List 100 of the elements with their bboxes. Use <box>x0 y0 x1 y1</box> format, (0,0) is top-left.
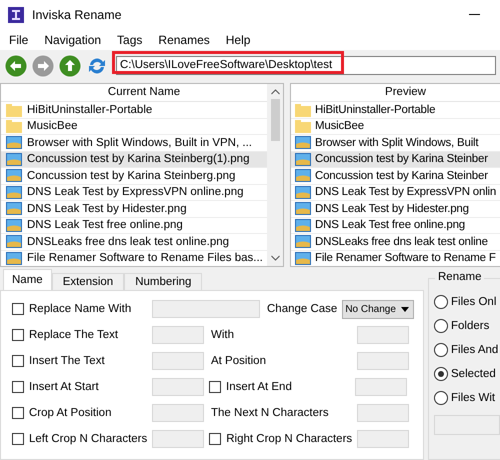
file-row[interactable]: DNSLeaks free dns leak test online.png <box>1 234 267 250</box>
back-icon[interactable] <box>5 54 27 76</box>
file-row[interactable]: DNS Leak Test by ExpressVPN onlin <box>291 184 500 201</box>
input-field[interactable] <box>357 352 409 370</box>
tab[interactable]: Extension <box>52 273 124 290</box>
input-field[interactable] <box>152 300 260 318</box>
file-row[interactable]: HiBitUninstaller-Portable <box>291 102 500 118</box>
radio-button[interactable] <box>434 295 448 309</box>
checkbox[interactable] <box>12 355 24 367</box>
radio-label: Files And <box>451 344 498 356</box>
option-label: The Next N Characters <box>211 407 330 419</box>
option-label: Insert The Text <box>29 355 106 367</box>
dropdown-arrow-icon <box>401 306 410 312</box>
input-field[interactable] <box>152 404 204 422</box>
radio-label: Files Wit <box>451 392 496 404</box>
address-field[interactable]: C:\Users\ILoveFreeSoftware\Desktop\test <box>116 56 496 75</box>
image-icon <box>6 252 22 265</box>
file-row[interactable]: DNSLeaks free dns leak test online <box>291 234 500 250</box>
image-icon <box>6 136 22 150</box>
input-field[interactable] <box>355 378 407 396</box>
image-icon <box>6 169 22 182</box>
scroll-thumb[interactable] <box>270 99 280 141</box>
file-row[interactable]: Concussion test by Karina Steinber <box>291 152 500 168</box>
tab[interactable]: Name <box>3 269 52 290</box>
file-row[interactable]: Concussion test by Karina Steinberg.png <box>1 168 267 184</box>
folder-icon <box>295 102 311 117</box>
radio-button[interactable] <box>434 391 448 405</box>
file-row[interactable]: DNS Leak Test by Hidester.png <box>291 201 500 218</box>
input-field[interactable] <box>357 404 409 422</box>
column-header[interactable]: Preview <box>291 84 500 102</box>
image-icon <box>6 152 22 166</box>
folder-icon <box>6 119 22 134</box>
image-icon <box>295 186 311 199</box>
input-field[interactable] <box>357 430 410 448</box>
checkbox[interactable] <box>209 433 222 445</box>
image-icon <box>295 136 311 150</box>
image-icon <box>295 152 311 166</box>
menu-item[interactable]: Tags <box>117 33 142 47</box>
menu-item[interactable]: Help <box>226 33 250 47</box>
image-icon <box>295 235 311 248</box>
file-row[interactable]: DNS Leak Test by Hidester.png <box>1 201 267 218</box>
option-label: Right Crop N Characters <box>226 433 352 445</box>
folder-icon <box>295 119 311 134</box>
scrollbar[interactable] <box>267 84 283 266</box>
option-label: At Position <box>211 355 267 367</box>
scroll-down-icon[interactable] <box>270 255 280 261</box>
menu-item[interactable]: Renames <box>158 33 210 47</box>
file-row[interactable]: DNS Leak Test free online.png <box>1 218 267 234</box>
checkbox[interactable] <box>12 303 24 315</box>
input-field[interactable] <box>357 326 409 344</box>
case-dropdown[interactable]: No Change <box>342 300 414 318</box>
option-label: Replace The Text <box>29 329 120 341</box>
image-icon <box>295 202 311 216</box>
file-row[interactable]: File Renamer Software to Rename F <box>291 250 500 266</box>
tab[interactable]: Numbering <box>124 273 202 290</box>
column-header[interactable]: Current Name <box>1 84 267 102</box>
option-label: Crop At Position <box>29 407 112 419</box>
radio-label: Selected <box>451 368 496 380</box>
input-field[interactable] <box>152 430 204 448</box>
window-title: Inviska Rename <box>32 8 123 22</box>
image-icon <box>295 169 311 182</box>
radio-label: Files Onl <box>451 296 496 308</box>
option-label: Change Case <box>267 303 338 315</box>
radio-button[interactable] <box>434 319 448 333</box>
file-row[interactable]: Concussion test by Karina Steinberg(1).png <box>1 152 267 168</box>
file-row[interactable]: MusicBee <box>1 118 267 135</box>
radio-button[interactable] <box>434 367 448 381</box>
folder-icon <box>6 102 22 117</box>
app-icon <box>8 7 24 23</box>
menu-item[interactable]: Navigation <box>44 33 102 47</box>
radio-label: Folders <box>451 320 490 332</box>
minimize-icon[interactable] <box>469 14 480 16</box>
checkbox[interactable] <box>209 381 221 393</box>
file-row[interactable]: DNS Leak Test free online.png <box>291 218 500 234</box>
input-field[interactable] <box>152 326 204 344</box>
radio-button[interactable] <box>434 343 448 357</box>
file-row[interactable]: DNS Leak Test by ExpressVPN online.png <box>1 184 267 201</box>
menu-item[interactable]: File <box>9 33 28 47</box>
checkbox[interactable] <box>12 329 24 341</box>
option-label: With <box>211 329 235 341</box>
input-field[interactable] <box>434 415 500 435</box>
file-row[interactable]: Concussion test by Karina Steinber <box>291 168 500 184</box>
file-row[interactable]: HiBitUninstaller-Portable <box>1 102 267 118</box>
image-icon <box>6 235 22 248</box>
image-icon <box>6 218 22 232</box>
option-label: Insert At Start <box>29 381 100 393</box>
option-label: Left Crop N Characters <box>29 433 148 445</box>
checkbox[interactable] <box>12 433 24 445</box>
file-row[interactable]: MusicBee <box>291 118 500 135</box>
scroll-up-icon[interactable] <box>270 89 280 95</box>
input-field[interactable] <box>152 352 204 370</box>
option-label: Insert At End <box>226 381 293 393</box>
input-field[interactable] <box>152 378 204 396</box>
checkbox[interactable] <box>12 407 24 419</box>
image-icon <box>295 252 311 265</box>
file-row[interactable]: File Renamer Software to Rename Files bas... <box>1 250 267 266</box>
image-icon <box>295 218 311 232</box>
checkbox[interactable] <box>12 381 24 393</box>
up-icon[interactable] <box>59 54 81 76</box>
image-icon <box>6 202 22 216</box>
